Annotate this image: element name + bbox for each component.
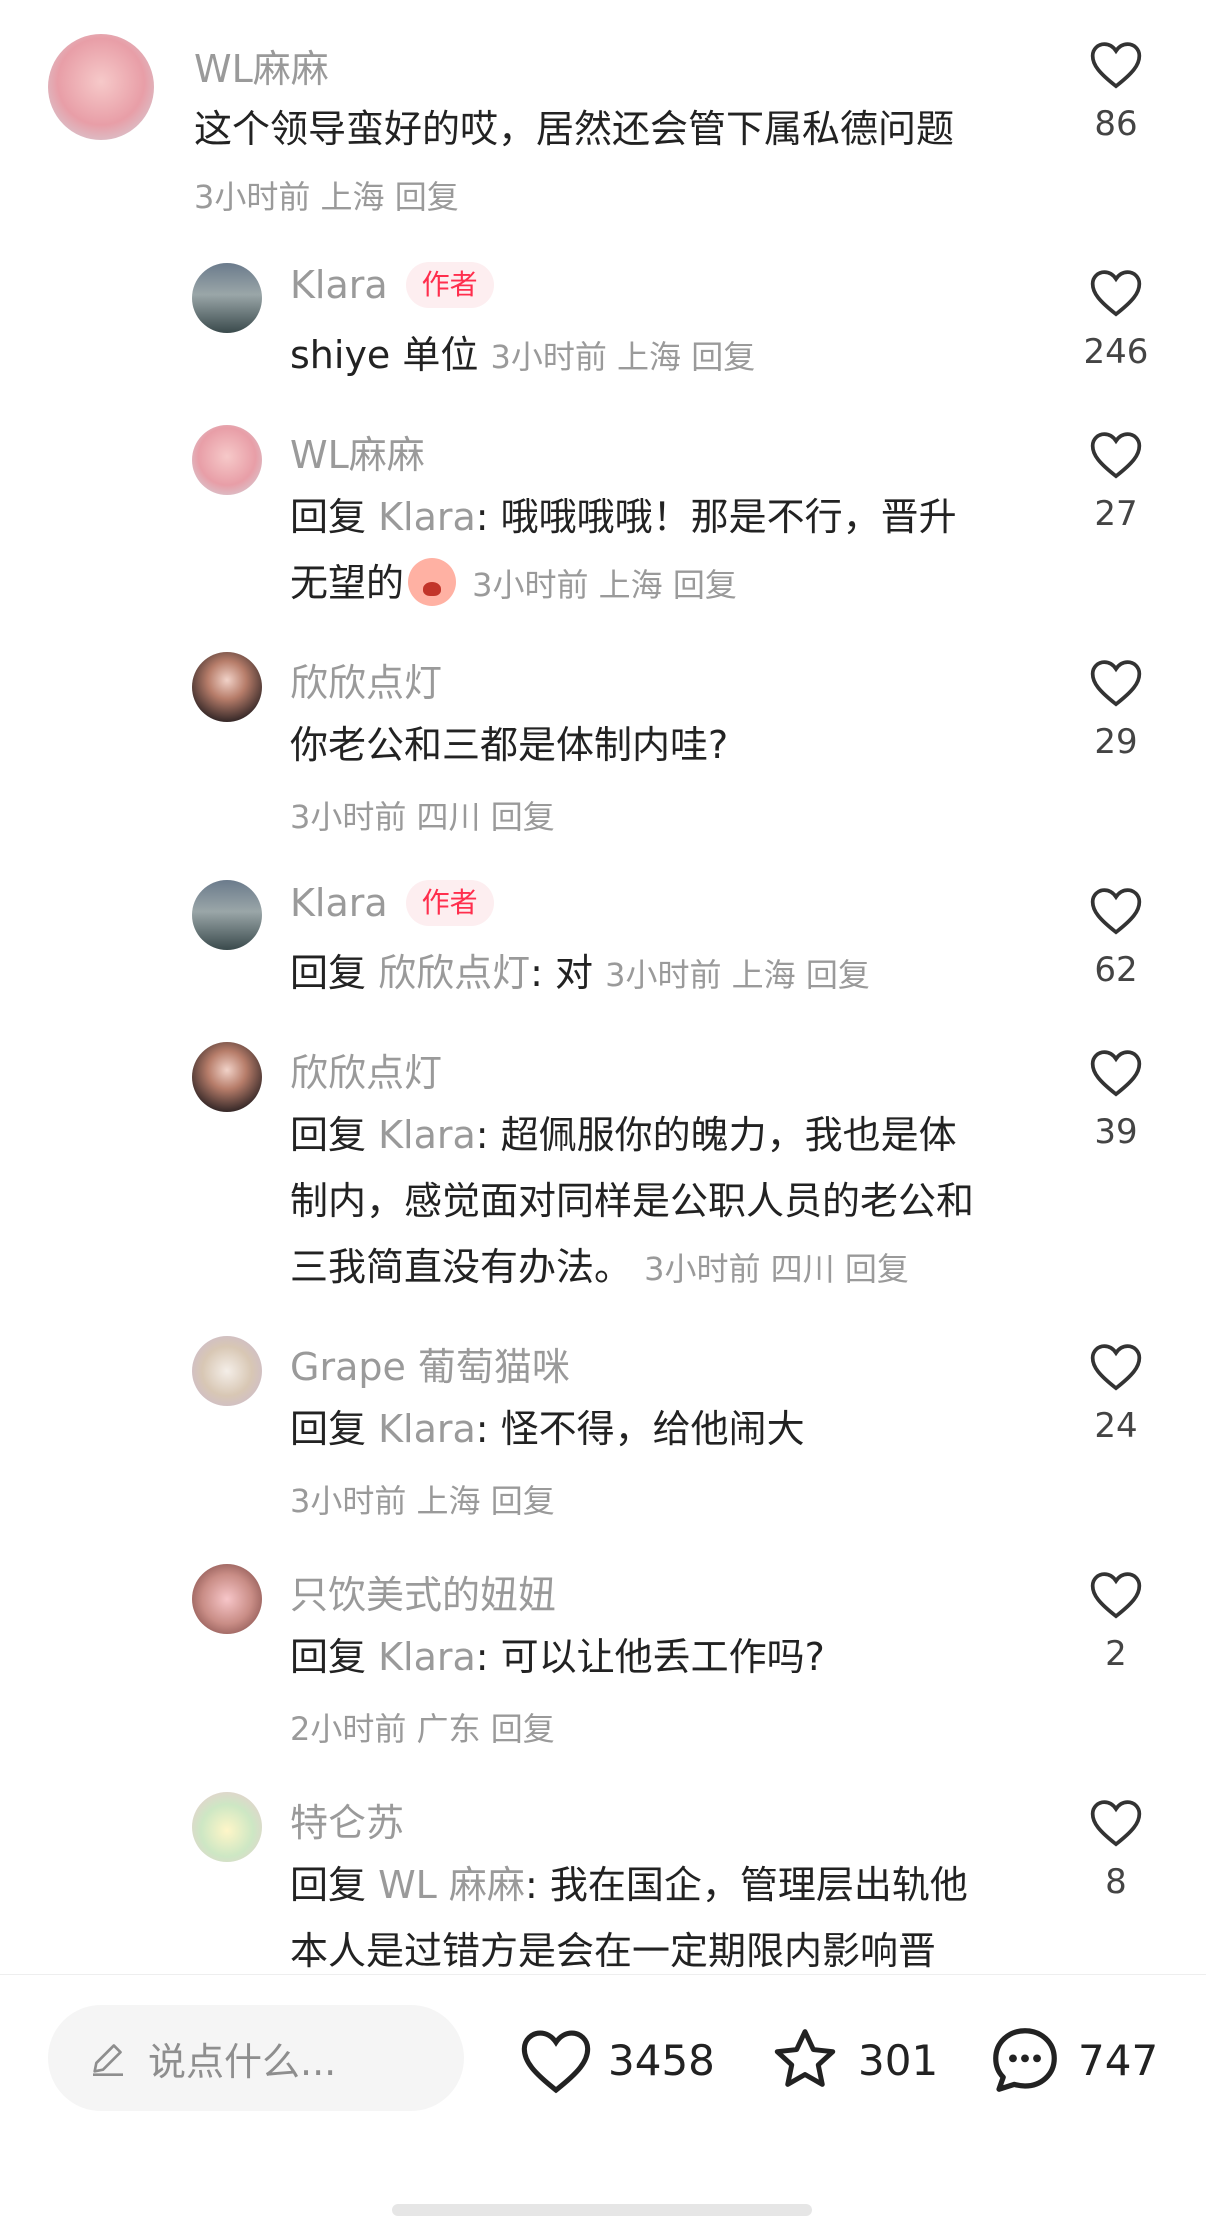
comment-meta[interactable]: 3小时前 上海 回复 bbox=[290, 1476, 555, 1522]
heart-icon bbox=[1090, 1050, 1142, 1097]
heart-icon bbox=[1090, 270, 1142, 317]
like-button[interactable]: 246 bbox=[1076, 266, 1156, 372]
heart-icon bbox=[1090, 1800, 1142, 1847]
comment-author[interactable]: 欣欣点灯 bbox=[290, 652, 442, 707]
author-badge: 作者 bbox=[405, 262, 494, 308]
avatar[interactable] bbox=[48, 34, 154, 140]
comment-meta[interactable]: 3小时前 四川 回复 bbox=[644, 1250, 909, 1288]
home-indicator[interactable] bbox=[392, 2204, 812, 2216]
heart-icon bbox=[521, 2030, 591, 2094]
comment-author[interactable]: 只饮美式的妞妞 bbox=[290, 1564, 556, 1619]
comment-meta[interactable]: 3小时前 上海 回复 bbox=[472, 566, 737, 604]
comment-text: 回复 Klara: 可以让他丢工作吗? bbox=[290, 1635, 825, 1679]
like-count: 27 bbox=[1094, 494, 1138, 534]
avatar[interactable] bbox=[192, 1792, 262, 1862]
heart-icon bbox=[1090, 660, 1142, 707]
crying-face-icon bbox=[408, 558, 457, 606]
like-count: 39 bbox=[1094, 1112, 1138, 1152]
like-button[interactable]: 29 bbox=[1076, 656, 1156, 762]
heart-icon bbox=[1090, 432, 1142, 479]
reply-target-link[interactable]: WL 麻麻 bbox=[378, 1863, 525, 1907]
comment-text: 回复 欣欣点灯: 对 3小时前 上海 回复 bbox=[290, 951, 870, 995]
comment-author[interactable]: WL麻麻 bbox=[290, 424, 425, 479]
comment-author[interactable]: 特仑苏 bbox=[290, 1792, 404, 1847]
like-button[interactable]: 24 bbox=[1076, 1340, 1156, 1446]
bottom-action-bar: 说点什么... 3458 301 747 bbox=[0, 1974, 1206, 2238]
avatar[interactable] bbox=[192, 1336, 262, 1406]
avatar[interactable] bbox=[192, 1564, 262, 1634]
avatar[interactable] bbox=[192, 880, 262, 950]
like-count: 24 bbox=[1094, 1406, 1138, 1446]
comment-author[interactable]: WL麻麻 bbox=[194, 38, 329, 93]
comment-author[interactable]: Klara 作者 bbox=[290, 880, 494, 926]
comment-author[interactable]: 欣欣点灯 bbox=[290, 1042, 442, 1097]
comment-text: 这个领导蛮好的哎，居然还会管下属私德问题 bbox=[194, 107, 955, 151]
star-icon bbox=[774, 2029, 836, 2087]
comment-text: 回复 Klara: 超佩服你的魄力，我也是体 制内，感觉面对同样是公职人员的老公… bbox=[290, 1113, 975, 1289]
like-count: 62 bbox=[1094, 950, 1138, 990]
heart-icon bbox=[1090, 1344, 1142, 1391]
reply-target-link[interactable]: 欣欣点灯 bbox=[378, 951, 530, 995]
comment-meta[interactable]: 3小时前 上海 回复 bbox=[605, 956, 870, 994]
like-button[interactable]: 39 bbox=[1076, 1046, 1156, 1152]
like-count: 86 bbox=[1094, 104, 1138, 144]
reply-target-link[interactable]: Klara bbox=[378, 1407, 476, 1451]
like-button[interactable]: 62 bbox=[1076, 884, 1156, 990]
like-button[interactable]: 27 bbox=[1076, 428, 1156, 534]
avatar[interactable] bbox=[192, 652, 262, 722]
comment-text: shiye 单位 3小时前 上海 回复 bbox=[290, 333, 756, 377]
comment-author[interactable]: Klara 作者 bbox=[290, 262, 494, 308]
like-count: 29 bbox=[1094, 722, 1138, 762]
comment-meta[interactable]: 3小时前 上海 回复 bbox=[490, 338, 755, 376]
like-button[interactable]: 86 bbox=[1076, 38, 1156, 144]
like-count: 8 bbox=[1105, 1862, 1127, 1902]
comment-list[interactable]: WL麻麻 这个领导蛮好的哎，居然还会管下属私德问题 3小时前 上海 回复 86 … bbox=[0, 0, 1206, 1974]
comment-meta[interactable]: 3小时前 四川 回复 bbox=[290, 792, 555, 838]
author-badge: 作者 bbox=[405, 880, 494, 926]
heart-icon bbox=[1090, 1572, 1142, 1619]
like-button[interactable]: 8 bbox=[1076, 1796, 1156, 1902]
comment-text: 回复 Klara: 怪不得，给他闹大 bbox=[290, 1407, 805, 1451]
heart-icon bbox=[1090, 42, 1142, 89]
like-count: 2 bbox=[1105, 1634, 1127, 1674]
comment-total: 747 bbox=[1078, 2035, 1159, 2085]
comment-text: 你老公和三都是体制内哇? bbox=[290, 723, 729, 767]
reply-target-link[interactable]: Klara bbox=[378, 1635, 476, 1679]
like-count: 246 bbox=[1083, 332, 1149, 372]
like-total: 3458 bbox=[608, 2035, 715, 2085]
like-button[interactable]: 2 bbox=[1076, 1568, 1156, 1674]
comment-text: 回复 Klara: 哦哦哦哦！那是不行，晋升 无望的 3小时前 上海 回复 bbox=[290, 495, 957, 606]
comment-author[interactable]: Grape 葡萄猫咪 bbox=[290, 1336, 570, 1391]
avatar[interactable] bbox=[192, 1042, 262, 1112]
favorite-stat-button[interactable]: 301 bbox=[766, 2015, 938, 2105]
reply-target-link[interactable]: Klara bbox=[378, 495, 476, 539]
comment-meta[interactable]: 3小时前 上海 回复 bbox=[194, 172, 459, 218]
avatar[interactable] bbox=[192, 425, 262, 495]
favorite-total: 301 bbox=[858, 2035, 939, 2085]
avatar[interactable] bbox=[192, 263, 262, 333]
like-stat-button[interactable]: 3458 bbox=[518, 2015, 715, 2105]
heart-icon bbox=[1090, 888, 1142, 935]
pencil-icon bbox=[93, 2044, 123, 2076]
comment-input[interactable]: 说点什么... bbox=[48, 2005, 464, 2111]
reply-target-link[interactable]: Klara bbox=[378, 1113, 476, 1157]
comment-meta[interactable]: 2小时前 广东 回复 bbox=[290, 1704, 555, 1750]
comment-bubble-icon bbox=[993, 2028, 1057, 2092]
comment-text: 回复 WL 麻麻: 我在国企，管理层出轨他 本人是过错方是会在一定期限内影响晋 bbox=[290, 1863, 968, 1973]
comment-stat-button[interactable]: 747 bbox=[986, 2015, 1158, 2105]
comment-input-placeholder: 说点什么... bbox=[148, 2039, 337, 2084]
